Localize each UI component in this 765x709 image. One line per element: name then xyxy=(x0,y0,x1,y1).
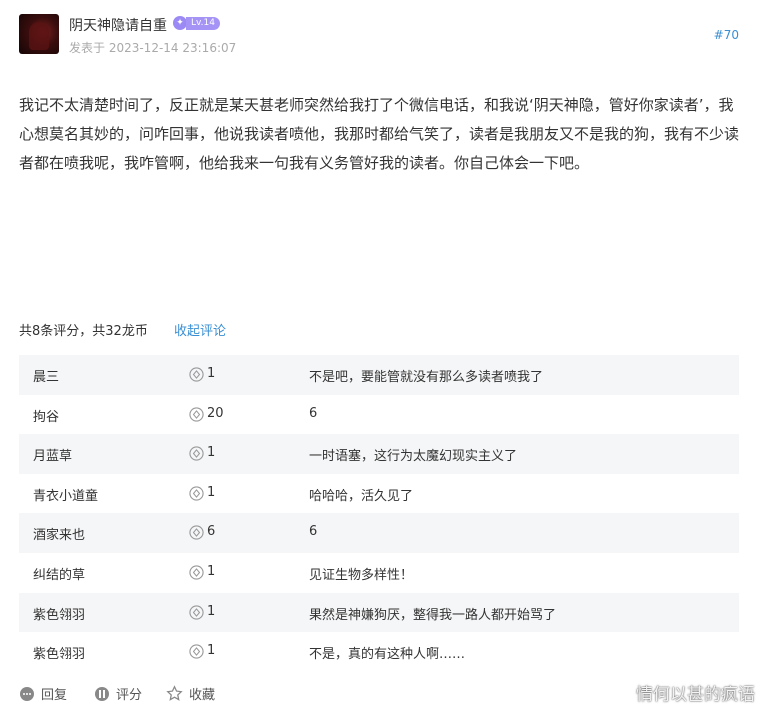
rating-comment: 见证生物多样性！ xyxy=(309,567,414,583)
floor-number[interactable]: #70 xyxy=(714,28,739,42)
rating-comment: 6 xyxy=(309,524,318,540)
post-time: 发表于 2023-12-14 23:16:07 xyxy=(69,41,237,55)
rater-name[interactable]: 青衣小道童 xyxy=(33,485,98,504)
rater-name[interactable]: 晨三 xyxy=(33,366,59,385)
rating-row: 紫色翎羽 1 不是，真的有这种人啊…… xyxy=(19,632,739,672)
rater-name[interactable]: 月蓝草 xyxy=(33,445,72,464)
rating-score: 6 xyxy=(207,524,216,540)
rating-row: 紫色翎羽 1 果然是神嫌狗厌，整得我一路人都开始骂了 xyxy=(19,592,739,633)
reply-label: 回复 xyxy=(41,688,68,703)
rating-score: 1 xyxy=(207,366,216,381)
coin-icon xyxy=(189,644,204,659)
rater-name[interactable]: 酒家来也 xyxy=(33,524,85,543)
rating-score: 1 xyxy=(207,484,216,500)
level-badge: Lv.14 xyxy=(186,17,220,30)
rating-score: 20 xyxy=(207,405,224,421)
reply-icon xyxy=(20,686,34,701)
rating-score: 1 xyxy=(207,563,216,579)
watermark: 情何以甚的疯语 xyxy=(608,680,755,705)
star-icon xyxy=(166,685,183,701)
rate-button[interactable]: 评分 xyxy=(94,684,142,703)
avatar[interactable] xyxy=(19,14,59,54)
coin-icon xyxy=(189,367,204,382)
rating-score: 1 xyxy=(207,643,216,659)
coin-icon xyxy=(189,525,204,540)
weibo-icon xyxy=(608,684,631,702)
rating-row: 晨三 1 不是吧，要能管就没有那么多读者喷我了 xyxy=(19,355,739,395)
post-content: 我记不太清楚时间了，反正就是某天甚老师突然给我打了个微信电话，和我说‘阴天神隐，… xyxy=(19,96,740,172)
rating-comment: 不是吧，要能管就没有那么多读者喷我了 xyxy=(309,370,544,385)
rating-comment: 果然是神嫌狗厌，整得我一路人都开始骂了 xyxy=(309,607,557,623)
rate-label: 评分 xyxy=(116,688,143,703)
coin-icon xyxy=(189,565,204,580)
favorite-label: 收藏 xyxy=(189,688,216,703)
rating-summary: 共8条评分，共32龙币 xyxy=(19,324,148,339)
coin-icon xyxy=(189,604,204,620)
watermark-text: 情何以甚的疯语 xyxy=(636,685,755,705)
rater-name[interactable]: 紫色翎羽 xyxy=(33,643,85,662)
rating-comment: 6 xyxy=(309,405,318,421)
rating-comment: 不是，真的有这种人啊…… xyxy=(309,647,466,663)
coin-icon xyxy=(189,446,204,461)
rating-row: 纠结的草 1 见证生物多样性！ xyxy=(19,553,739,593)
rater-name[interactable]: 紫色翎羽 xyxy=(33,604,85,623)
level-icon: ✦ xyxy=(173,16,187,30)
rating-row: 青衣小道童 1 哈哈哈，活久见了 xyxy=(19,474,739,514)
coin-icon xyxy=(189,406,204,422)
reply-button[interactable]: 回复 xyxy=(19,684,67,703)
favorite-button[interactable]: 收藏 xyxy=(166,684,215,703)
rating-row: 拘谷 20 6 xyxy=(19,395,739,435)
rater-name[interactable]: 纠结的草 xyxy=(33,564,85,583)
rating-row: 酒家来也 6 6 xyxy=(19,513,739,553)
rating-score: 1 xyxy=(207,445,216,461)
username[interactable]: 阴天神隐请自重 xyxy=(69,15,167,35)
rate-icon xyxy=(95,686,109,701)
coin-icon xyxy=(189,486,204,501)
rating-row: 月蓝草 1 一时语塞，这行为太魔幻现实主义了 xyxy=(19,434,739,474)
rating-score: 1 xyxy=(207,603,216,619)
rating-comment: 哈哈哈，活久见了 xyxy=(309,488,414,504)
collapse-comments-link[interactable]: 收起评论 xyxy=(174,320,226,339)
rating-table: 晨三 1 不是吧，要能管就没有那么多读者喷我了拘谷 20 6 月蓝草 1 一时语塞，这行为太魔… xyxy=(19,355,739,672)
rating-comment: 一时语塞，这行为太魔幻现实主义了 xyxy=(309,449,518,465)
rater-name[interactable]: 拘谷 xyxy=(33,406,59,425)
